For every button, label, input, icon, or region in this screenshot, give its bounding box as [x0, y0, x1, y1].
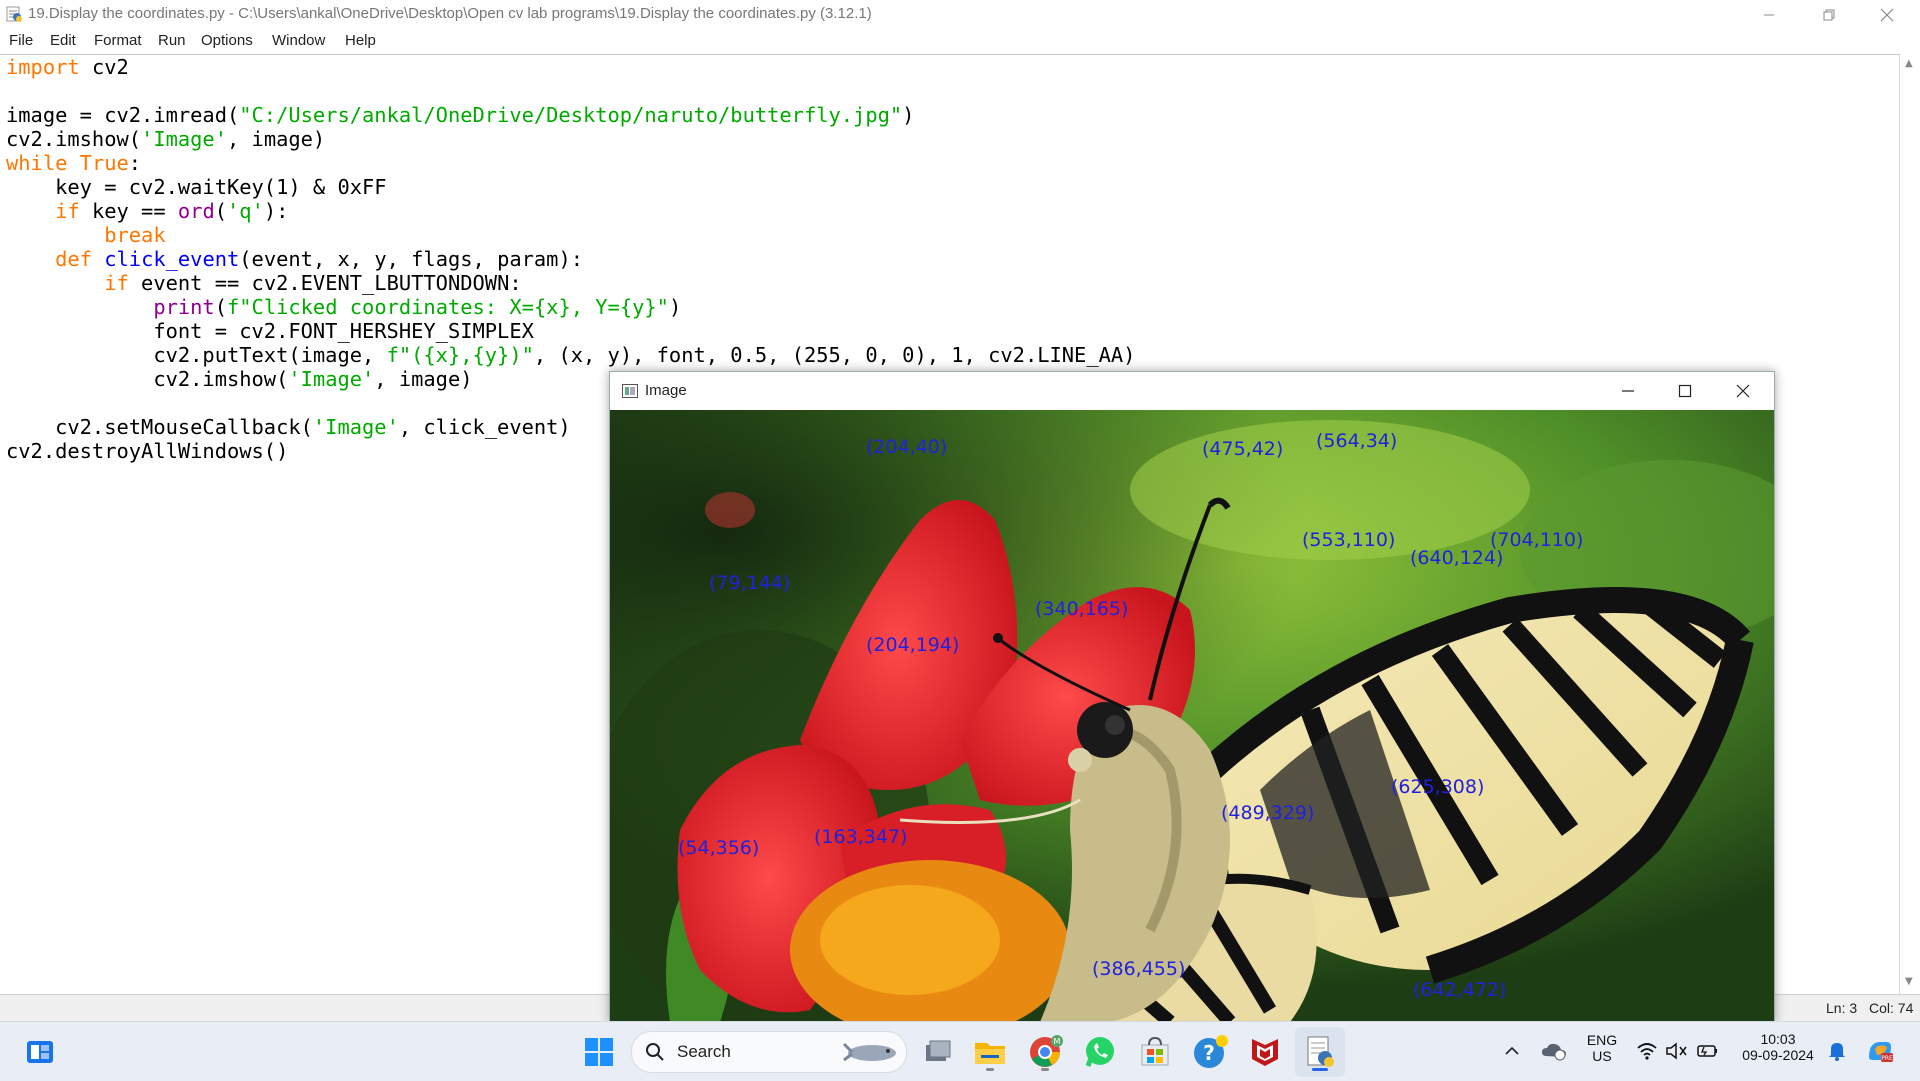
minimize-icon [1622, 390, 1634, 392]
menu-format[interactable]: Format [94, 32, 142, 49]
coordinate-label: (204,40) [866, 436, 948, 458]
coordinate-label: (564,34) [1316, 430, 1398, 452]
task-view-button[interactable] [918, 1033, 956, 1071]
window-titlebar: 19.Display the coordinates.py - C:\Users… [0, 0, 1920, 29]
clock[interactable]: 10:03 09-09-2024 [1725, 1031, 1831, 1063]
image-close-button[interactable] [1714, 372, 1772, 410]
menu-edit[interactable]: Edit [50, 32, 76, 49]
vertical-scrollbar[interactable]: ▲ ▼ [1899, 54, 1920, 994]
help-icon: ? [1194, 1035, 1228, 1068]
volume-muted-icon[interactable] [1665, 1041, 1689, 1061]
menu-file[interactable]: File [9, 32, 33, 49]
coordinate-label: (489,329) [1221, 802, 1315, 824]
python-idle-icon [6, 6, 22, 22]
coordinate-label: (475,42) [1202, 438, 1284, 460]
file-explorer-icon [975, 1043, 1005, 1064]
image-window[interactable]: Image (204,40) (475,42) (564,34) (553,11… [609, 371, 1775, 1023]
butterfly-image [610, 410, 1774, 1022]
image-maximize-button[interactable] [1656, 372, 1714, 410]
start-button[interactable] [580, 1033, 618, 1071]
coordinate-label: (54,356) [678, 837, 760, 859]
window-title: 19.Display the coordinates.py - C:\Users… [28, 5, 872, 22]
wifi-icon[interactable] [1636, 1041, 1658, 1061]
image-window-title: Image [645, 382, 687, 399]
close-icon [1880, 8, 1894, 21]
svg-text:?: ? [1203, 1041, 1215, 1065]
menu-bar: File Edit Format Run Options Window Help [0, 29, 1920, 54]
coordinate-label: (642,472) [1413, 979, 1507, 1001]
region-label: US [1592, 1048, 1612, 1064]
copilot-icon[interactable]: PRE [1865, 1037, 1895, 1065]
whatsapp-icon [1085, 1037, 1114, 1067]
notification-bell-icon[interactable] [1827, 1040, 1847, 1062]
clock-time: 10:03 [1760, 1031, 1796, 1047]
coordinate-label: (704,110) [1490, 529, 1584, 551]
taskbar-search[interactable]: Search [631, 1031, 907, 1073]
restore-button[interactable] [1800, 0, 1858, 29]
file-explorer-button[interactable] [971, 1033, 1009, 1071]
minimize-icon [1764, 14, 1774, 15]
menu-window[interactable]: Window [272, 32, 325, 49]
python-idle-taskbar-button[interactable] [1295, 1027, 1345, 1077]
microsoft-store-icon [1141, 1036, 1169, 1066]
whatsapp-button[interactable] [1081, 1033, 1119, 1071]
language-indicator[interactable]: ENG US [1577, 1032, 1627, 1064]
coordinate-label: (625,308) [1391, 776, 1485, 798]
scroll-up-icon[interactable]: ▲ [1905, 58, 1913, 69]
line-indicator: Ln: 3 [1826, 1000, 1858, 1016]
search-icon [646, 1043, 664, 1061]
task-view-icon [926, 1040, 951, 1061]
coordinate-label: (79,144) [709, 572, 791, 594]
svg-text:PRE: PRE [1881, 1055, 1893, 1062]
menu-run[interactable]: Run [158, 32, 186, 49]
search-label: Search [677, 1042, 731, 1061]
widgets-icon [27, 1041, 53, 1063]
maximize-icon [1678, 384, 1692, 398]
windows-start-icon [585, 1038, 613, 1066]
column-indicator: Col: 74 [1869, 1000, 1914, 1016]
microsoft-store-button[interactable] [1136, 1033, 1174, 1071]
search-highlight-icon [842, 1042, 896, 1062]
close-icon [1736, 384, 1750, 398]
menu-options[interactable]: Options [201, 32, 253, 49]
get-help-button[interactable]: ? [1191, 1033, 1229, 1071]
image-window-titlebar[interactable]: Image [610, 372, 1774, 410]
language-label: ENG [1586, 1032, 1618, 1048]
python-icon [1307, 1036, 1334, 1067]
image-minimize-button[interactable] [1599, 372, 1657, 410]
close-button[interactable] [1858, 0, 1916, 29]
svg-text:M: M [1054, 1037, 1061, 1046]
onedrive-icon[interactable] [1540, 1040, 1568, 1062]
scroll-down-icon[interactable]: ▼ [1905, 976, 1913, 987]
butterfly-photo[interactable]: (204,40) (475,42) (564,34) (553,110) (64… [610, 410, 1774, 1022]
mcafee-icon [1252, 1039, 1278, 1066]
coordinate-label: (163,347) [814, 826, 908, 848]
chrome-button[interactable]: M [1026, 1033, 1064, 1071]
coordinate-label: (340,165) [1035, 598, 1129, 620]
coordinate-label: (386,455) [1092, 958, 1186, 980]
battery-icon[interactable] [1696, 1041, 1720, 1061]
opencv-window-icon [622, 384, 638, 398]
restore-icon [1823, 9, 1835, 20]
coordinate-label: (553,110) [1302, 529, 1396, 551]
coordinate-label: (204,194) [866, 634, 960, 656]
taskbar: Search M ? ENG US 10:03 09-09-2024 PRE [0, 1021, 1920, 1081]
chevron-up-icon[interactable] [1504, 1043, 1520, 1059]
widgets-button[interactable] [22, 1033, 60, 1071]
chrome-icon: M [1030, 1035, 1063, 1067]
mcafee-button[interactable] [1246, 1033, 1284, 1071]
menu-help[interactable]: Help [345, 32, 376, 49]
minimize-button[interactable] [1740, 0, 1798, 29]
clock-date: 09-09-2024 [1742, 1047, 1814, 1063]
